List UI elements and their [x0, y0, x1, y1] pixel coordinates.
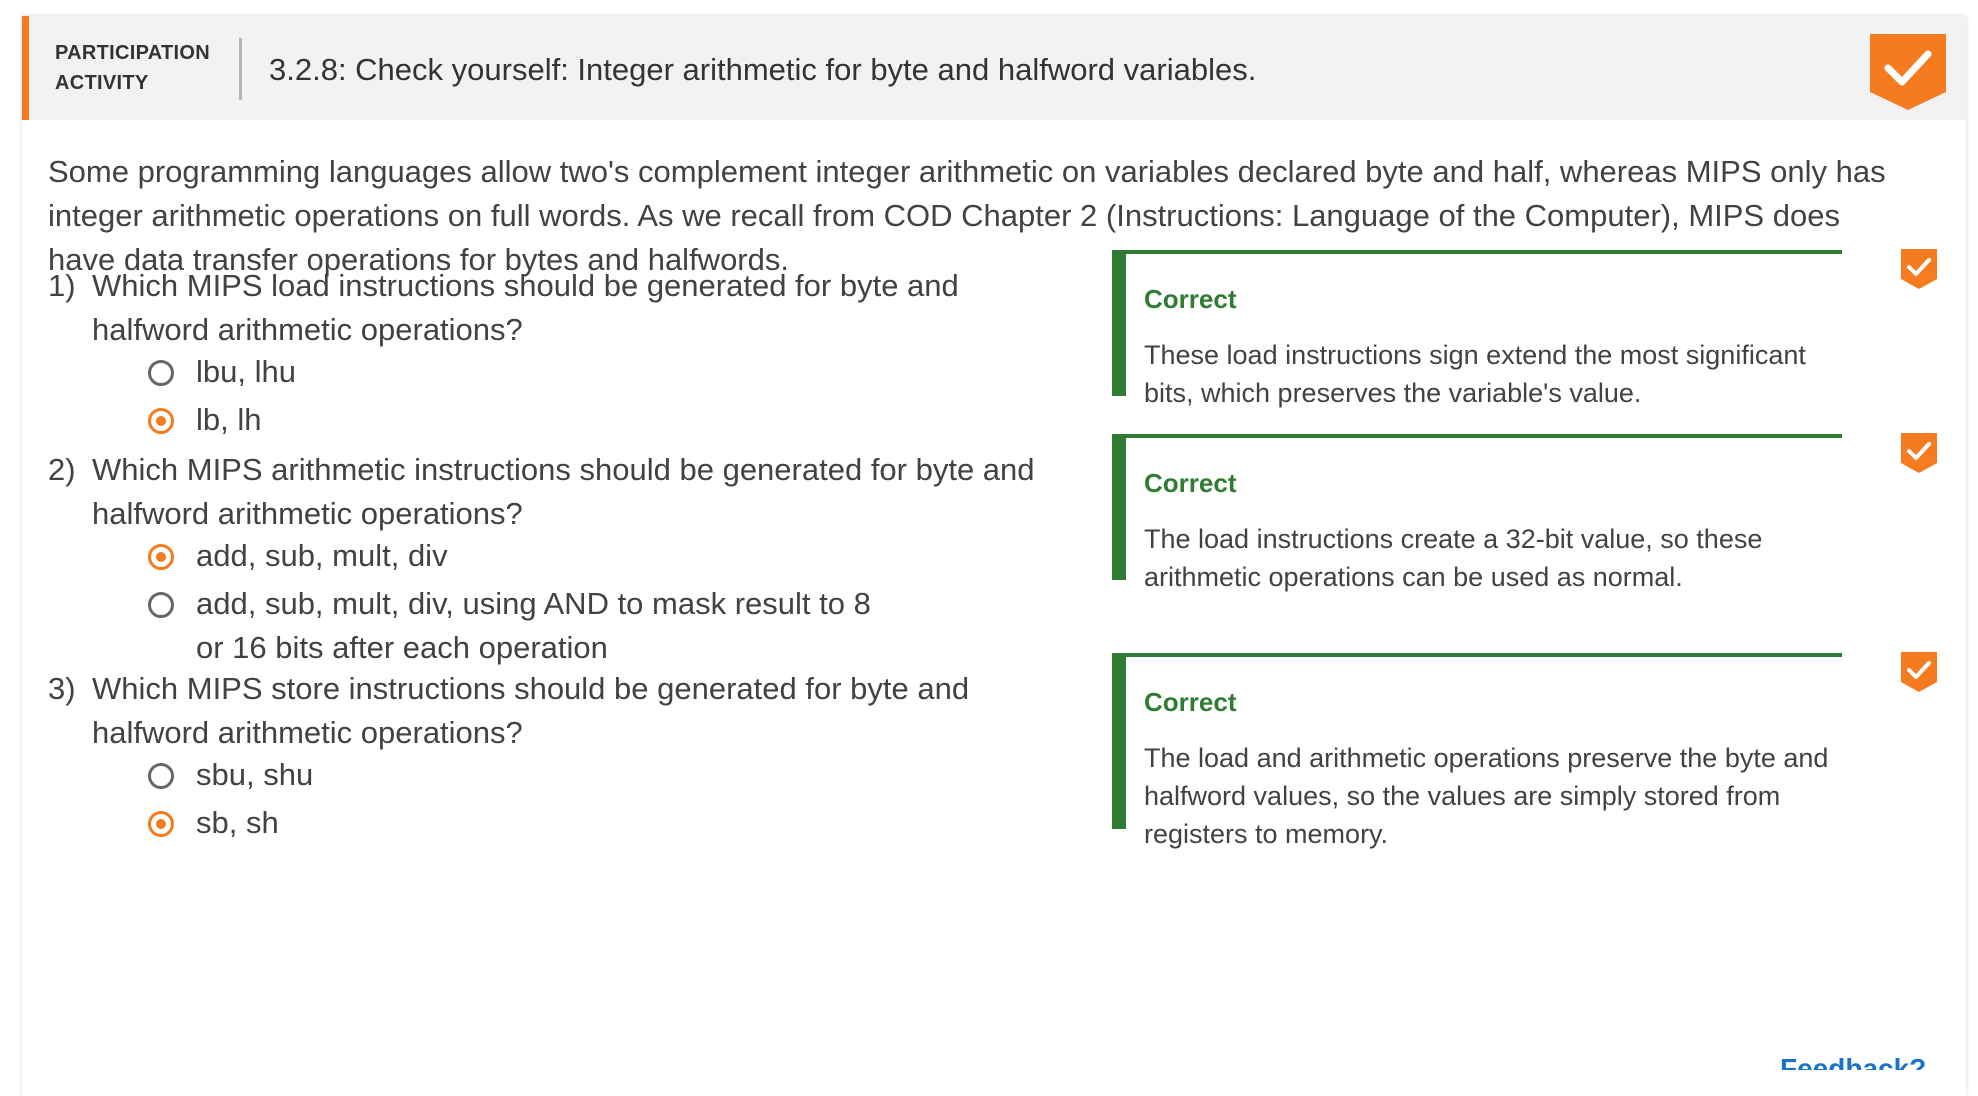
feedback-box-2: Correct The load instructions create a 3… — [1112, 434, 1842, 592]
question-text: Which MIPS store instructions should be … — [92, 671, 970, 750]
feedback-title: Correct — [1144, 468, 1237, 498]
activity-title: 3.2.8: Check yourself: Integer arithmeti… — [269, 52, 1257, 87]
header-divider — [239, 38, 242, 100]
radio-button-selected[interactable] — [148, 544, 174, 570]
participation-activity-card: PARTICIPATION ACTIVITY 3.2.8: Check your… — [22, 16, 1966, 1096]
activity-type-label: PARTICIPATION ACTIVITY — [55, 38, 210, 98]
activity-header: PARTICIPATION ACTIVITY 3.2.8: Check your… — [22, 16, 1966, 120]
activity-type-line1: PARTICIPATION — [55, 42, 211, 64]
feedback-text: The load instructions create a 32-bit va… — [1144, 524, 1763, 592]
radio-button-selected[interactable] — [148, 811, 174, 837]
feedback-box-1: Correct These load instructions sign ext… — [1112, 250, 1842, 408]
option-label[interactable]: add, sub, mult, div, using AND to mask r… — [196, 582, 896, 670]
radio-button-selected[interactable] — [148, 408, 174, 434]
option-label[interactable]: lbu, lhu — [196, 350, 1056, 394]
correct-check-icon — [1901, 249, 1937, 289]
radio-button[interactable] — [148, 592, 174, 618]
option-label[interactable]: sbu, shu — [196, 753, 1056, 797]
activity-type-line2: ACTIVITY — [55, 72, 149, 94]
option-label[interactable]: lb, lh — [196, 398, 1056, 442]
feedback-title: Correct — [1144, 284, 1237, 314]
option-label[interactable]: sb, sh — [196, 801, 1056, 845]
feedback-box-3: Correct The load and arithmetic operatio… — [1112, 653, 1842, 849]
feedback-title: Correct — [1144, 687, 1237, 717]
option-label[interactable]: add, sub, mult, div — [196, 534, 1056, 578]
checkmark-badge-icon — [1870, 34, 1946, 110]
question-number: 2) — [48, 452, 76, 487]
feedback-text: These load instructions sign extend the … — [1144, 340, 1806, 408]
correct-check-icon — [1901, 652, 1937, 692]
feedback-text: The load and arithmetic operations prese… — [1144, 743, 1829, 849]
radio-button[interactable] — [148, 360, 174, 386]
radio-button[interactable] — [148, 763, 174, 789]
correct-check-icon — [1901, 433, 1937, 473]
question-number: 3) — [48, 671, 76, 706]
question-number: 1) — [48, 268, 76, 303]
feedback-link[interactable]: Feedback? — [1780, 1054, 1926, 1070]
question-text: Which MIPS arithmetic instructions shoul… — [92, 452, 1035, 531]
question-text: Which MIPS load instructions should be g… — [92, 268, 959, 347]
